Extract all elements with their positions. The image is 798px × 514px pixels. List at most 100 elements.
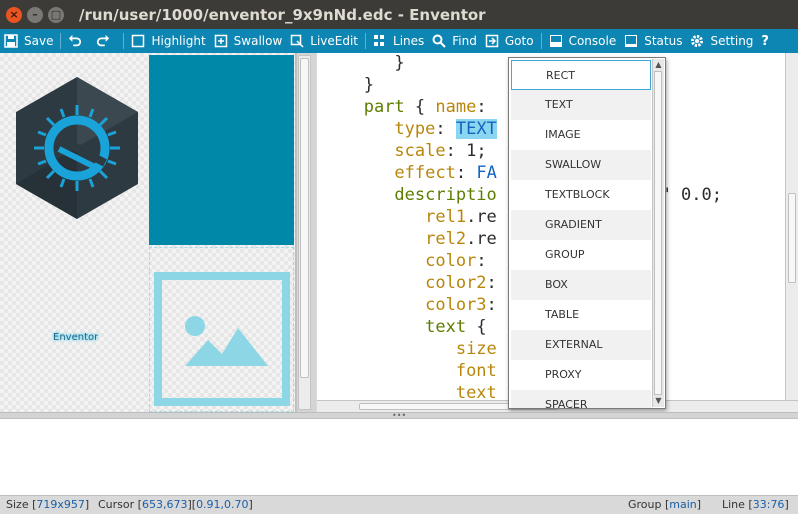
code-line[interactable]: part { name:	[333, 96, 487, 118]
scrollbar-thumb[interactable]	[654, 71, 662, 395]
code-line[interactable]: type: TEXT	[333, 118, 497, 140]
enventor-logo	[13, 75, 141, 221]
code-token: :	[435, 119, 456, 139]
window-title: /run/user/1000/enventor_9x9nNd.edc - Env…	[79, 5, 486, 24]
code-token: 0.0;	[670, 185, 722, 205]
code-token: :	[486, 273, 497, 293]
code-line[interactable]: font	[333, 360, 497, 382]
toolbar-separator	[123, 33, 125, 49]
image-part	[149, 247, 294, 412]
console-button[interactable]: Console	[545, 29, 621, 53]
code-token: scale	[394, 141, 446, 161]
undo-button[interactable]	[64, 29, 92, 53]
goto-button[interactable]: Goto	[481, 29, 538, 53]
dropdown-item-text[interactable]: TEXT	[511, 90, 651, 120]
console-icon	[549, 34, 563, 48]
dropdown-item-proxy[interactable]: PROXY	[511, 360, 651, 390]
toolbar: Save Highlight Swallow LiveEdit Lines Fi…	[0, 29, 798, 53]
code-token: .re	[466, 207, 497, 227]
code-token: : 1;	[445, 141, 487, 161]
swallow-icon	[214, 34, 228, 48]
dropdown-item-rect[interactable]: RECT	[511, 60, 651, 90]
find-button[interactable]: Find	[428, 29, 481, 53]
code-token: }	[363, 75, 374, 95]
code-line[interactable]: }	[333, 74, 374, 96]
dropdown-scrollbar[interactable]: ▲ ▼	[652, 59, 664, 407]
live-preview[interactable]: Enventor	[0, 53, 296, 412]
console-panel[interactable]	[0, 418, 798, 496]
search-icon	[432, 34, 446, 48]
dropdown-item-external[interactable]: EXTERNAL	[511, 330, 651, 360]
liveedit-button[interactable]: LiveEdit	[286, 29, 362, 53]
preview-vertical-scrollbar[interactable]	[298, 55, 311, 410]
code-token: rel1	[425, 207, 467, 227]
swallow-button[interactable]: Swallow	[210, 29, 287, 53]
status-line: Line [33:76]	[722, 498, 789, 511]
code-line[interactable]: color3:	[333, 294, 497, 316]
save-button[interactable]: Save	[0, 29, 57, 53]
status-label: Status	[644, 34, 683, 48]
editor-vertical-scrollbar[interactable]	[785, 53, 798, 400]
code-token: size	[455, 339, 497, 359]
dropdown-item-gradient[interactable]: GRADIENT	[511, 210, 651, 240]
code-line[interactable]: text	[333, 382, 497, 400]
help-button[interactable]: ?	[757, 29, 773, 53]
code-token: FA	[476, 163, 497, 183]
highlight-button[interactable]: Highlight	[127, 29, 209, 53]
dropdown-item-table[interactable]: TABLE	[511, 300, 651, 330]
scrollbar-thumb[interactable]	[300, 58, 309, 378]
dropdown-item-image[interactable]: IMAGE	[511, 120, 651, 150]
code-token: font	[455, 361, 497, 381]
redo-icon	[96, 34, 110, 48]
gear-icon	[690, 34, 704, 48]
code-token: }	[394, 53, 405, 73]
lines-button[interactable]: Lines	[369, 29, 428, 53]
code-line[interactable]: scale: 1;	[333, 140, 487, 162]
status-size: Size [719x957]	[6, 498, 90, 511]
liveedit-icon	[290, 34, 304, 48]
redo-button[interactable]	[92, 29, 120, 53]
close-icon[interactable]: ×	[6, 6, 22, 23]
toolbar-separator	[365, 33, 367, 49]
dropdown-item-box[interactable]: BOX	[511, 270, 651, 300]
dropdown-item-textblock[interactable]: TEXTBLOCK	[511, 180, 651, 210]
status-button[interactable]: Status	[620, 29, 686, 53]
code-line[interactable]: size	[333, 338, 497, 360]
title-bar: × – □ /run/user/1000/enventor_9x9nNd.edc…	[0, 0, 798, 29]
part-type-dropdown[interactable]: ▲ ▼ RECT TEXT IMAGE SWALLOW TEXTBLOCK GRADIEN…	[508, 57, 666, 409]
find-label: Find	[452, 34, 477, 48]
code-line[interactable]: color:	[333, 250, 487, 272]
setting-button[interactable]: Setting	[686, 29, 757, 53]
lines-label: Lines	[393, 34, 425, 48]
code-token: :	[476, 251, 487, 271]
maximize-icon[interactable]: □	[48, 6, 64, 23]
dropdown-item-spacer[interactable]: SPACER	[511, 390, 651, 408]
code-token: color	[425, 251, 477, 271]
dropdown-item-swallow[interactable]: SWALLOW	[511, 150, 651, 180]
save-label: Save	[24, 34, 54, 48]
minimize-icon[interactable]: –	[27, 6, 43, 23]
status-cursor: Cursor [653,673][0.91,0.70]	[98, 498, 253, 511]
code-token: .re	[466, 229, 497, 249]
code-line[interactable]: effect: FA	[333, 162, 497, 184]
scroll-up-icon[interactable]: ▲	[654, 60, 663, 70]
dropdown-item-group[interactable]: GROUP	[511, 240, 651, 270]
code-token: type	[394, 119, 436, 139]
code-line[interactable]: }	[333, 53, 405, 74]
undo-icon	[68, 34, 82, 48]
code-line[interactable]: text {	[333, 316, 486, 338]
scroll-down-icon[interactable]: ▼	[654, 396, 663, 406]
scrollbar-thumb[interactable]	[788, 193, 796, 283]
help-icon: ?	[761, 33, 769, 49]
code-line[interactable]: color2:	[333, 272, 497, 294]
